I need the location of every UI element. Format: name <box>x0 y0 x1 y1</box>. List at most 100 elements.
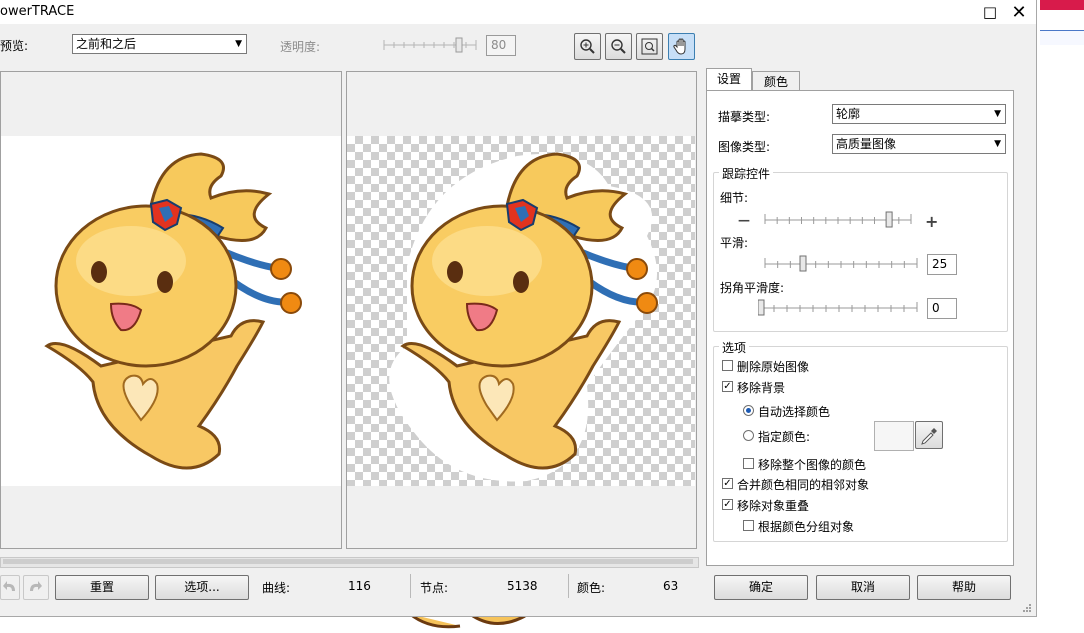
before-image-area <box>1 136 341 486</box>
preview-mode-select[interactable]: 之前和之后 ▼ <box>72 34 247 54</box>
resize-grip[interactable] <box>1022 602 1032 612</box>
remove-overlap-checkbox[interactable]: ✓ <box>722 499 733 510</box>
corner-smoothing-input[interactable]: 0 <box>927 298 957 319</box>
zoom-in-icon <box>580 39 595 54</box>
background-app-accent <box>1040 0 1084 10</box>
chevron-down-icon: ▼ <box>235 39 242 49</box>
image-type-select[interactable]: 高质量图像 ▼ <box>832 134 1006 154</box>
close-button[interactable]: ✕ <box>1005 0 1033 24</box>
auto-color-label: 自动选择颜色 <box>758 405 831 419</box>
chevron-down-icon: ▼ <box>994 109 1001 119</box>
eyedropper-icon <box>921 428 937 445</box>
tab-colors[interactable]: 颜色 <box>752 71 800 92</box>
image-type-value: 高质量图像 <box>836 137 897 151</box>
mascot-traced-image <box>389 152 658 482</box>
group-by-color-checkbox[interactable] <box>743 520 754 531</box>
smoothing-label: 平滑: <box>720 236 749 250</box>
auto-color-radio[interactable] <box>743 405 754 416</box>
transparency-slider[interactable] <box>382 36 478 56</box>
after-image-area <box>347 136 695 486</box>
remove-whole-color-label: 移除整个图像的颜色 <box>758 458 867 472</box>
status-separator <box>568 574 569 598</box>
smoothing-slider[interactable] <box>762 254 920 274</box>
detail-slider-thumb[interactable] <box>885 211 893 228</box>
preview-mode-value: 之前和之后 <box>76 37 137 51</box>
mascot-original-image <box>44 152 302 470</box>
redo-icon <box>30 581 42 591</box>
chevron-down-icon: ▼ <box>994 139 1001 149</box>
fit-icon <box>641 38 658 55</box>
smoothing-slider-thumb[interactable] <box>799 255 807 272</box>
remove-background-checkbox[interactable]: ✓ <box>722 381 733 392</box>
trace-type-select[interactable]: 轮廓 ▼ <box>832 104 1006 124</box>
window-title: owerTRACE <box>0 4 75 19</box>
background-app-strip <box>1036 0 1084 630</box>
minus-icon[interactable]: — <box>738 213 750 227</box>
curves-value: 116 <box>348 579 371 593</box>
color-swatch[interactable] <box>874 421 914 451</box>
preview-label: 预览: <box>0 39 29 53</box>
curves-label: 曲线: <box>262 581 291 595</box>
smoothing-input[interactable]: 25 <box>927 254 957 275</box>
status-separator <box>410 574 411 598</box>
zoom-in-button[interactable] <box>574 33 601 60</box>
trace-type-value: 轮廓 <box>836 107 861 121</box>
merge-adjacent-label: 合并颜色相同的相邻对象 <box>737 478 870 492</box>
eyedropper-button[interactable] <box>915 421 943 449</box>
preview-horizontal-scrollbar[interactable] <box>0 557 699 568</box>
transparency-slider-track <box>383 37 477 53</box>
undo-button[interactable] <box>0 575 20 600</box>
fit-to-window-button[interactable] <box>636 33 663 60</box>
maximize-button[interactable]: □ <box>976 0 1004 24</box>
title-bar: owerTRACE □ ✕ <box>0 0 1036 24</box>
settings-panel-margin <box>1015 90 1027 564</box>
corner-smoothing-slider-thumb[interactable] <box>757 299 765 316</box>
options-title: 选项 <box>719 339 750 356</box>
ok-button[interactable]: 确定 <box>714 575 808 600</box>
tab-settings[interactable]: 设置 <box>706 68 752 91</box>
transparency-label: 透明度: <box>280 40 321 54</box>
nodes-value: 5138 <box>507 579 538 593</box>
specify-color-label: 指定颜色: <box>758 430 811 444</box>
cancel-button[interactable]: 取消 <box>816 575 910 600</box>
delete-original-label: 删除原始图像 <box>737 360 810 374</box>
pan-button[interactable] <box>668 33 695 60</box>
help-button[interactable]: 帮助 <box>917 575 1011 600</box>
remove-background-label: 移除背景 <box>737 381 786 395</box>
transparency-input[interactable]: 80 <box>486 35 516 56</box>
merge-adjacent-checkbox[interactable]: ✓ <box>722 478 733 489</box>
undo-icon <box>3 581 15 591</box>
nodes-label: 节点: <box>420 581 449 595</box>
group-by-color-label: 根据颜色分组对象 <box>758 520 855 534</box>
plus-icon[interactable]: + <box>925 212 938 231</box>
options-button[interactable]: 选项... <box>155 575 249 600</box>
corner-smoothing-slider-track <box>757 299 918 316</box>
detail-slider[interactable] <box>762 210 914 230</box>
colors-value: 63 <box>663 579 679 593</box>
colors-label: 颜色: <box>577 581 606 595</box>
detail-slider-track <box>764 211 912 228</box>
after-preview-pane[interactable] <box>346 71 697 549</box>
remove-whole-color-checkbox[interactable] <box>743 458 754 469</box>
scrollbar-thumb[interactable] <box>3 559 693 564</box>
background-app-ruler <box>1040 30 1084 45</box>
reset-button[interactable]: 重置 <box>55 575 149 600</box>
before-preview-pane[interactable] <box>0 71 342 549</box>
redo-button[interactable] <box>23 575 49 600</box>
transparency-slider-thumb <box>455 37 463 53</box>
corner-smoothing-label: 拐角平滑度: <box>720 281 785 295</box>
corner-smoothing-slider[interactable] <box>757 298 920 318</box>
zoom-out-icon <box>611 39 626 54</box>
pan-hand-icon <box>673 38 686 55</box>
zoom-out-button[interactable] <box>605 33 632 60</box>
detail-label: 细节: <box>720 191 749 205</box>
trace-type-label: 描摹类型: <box>718 110 771 124</box>
specify-color-radio[interactable] <box>743 430 754 441</box>
trace-controls-title: 跟踪控件 <box>719 165 774 182</box>
remove-overlap-label: 移除对象重叠 <box>737 499 810 513</box>
delete-original-checkbox[interactable] <box>722 360 733 371</box>
close-icon: ✕ <box>1011 1 1027 23</box>
image-type-label: 图像类型: <box>718 140 771 154</box>
maximize-icon: □ <box>982 3 998 21</box>
smoothing-slider-track <box>764 255 918 272</box>
